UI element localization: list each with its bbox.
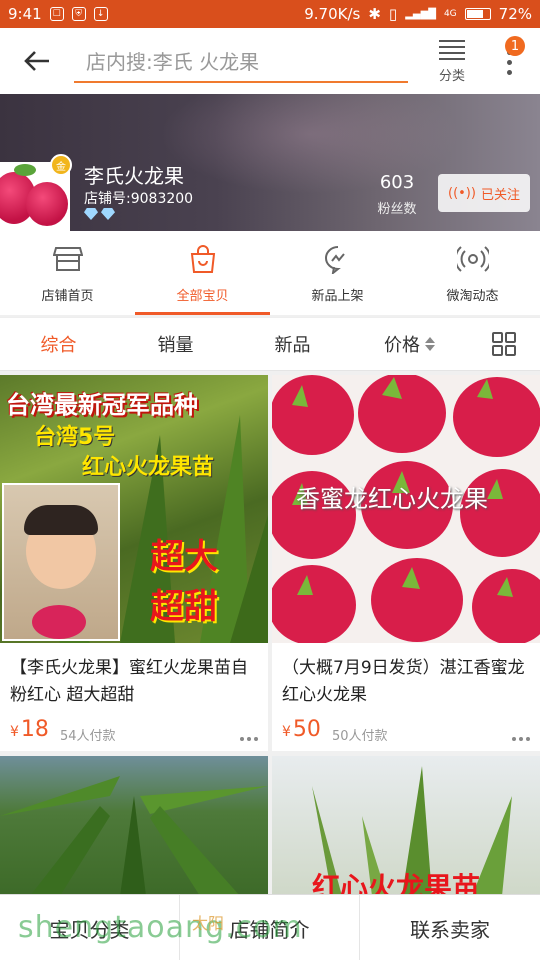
image-caption: 台湾最新冠军品种 [6, 391, 198, 419]
sort-label: 新品 [274, 335, 311, 356]
diamond-rating [84, 208, 115, 220]
more-options-icon[interactable] [512, 737, 530, 741]
bottom-label: 店铺简介 [229, 917, 310, 942]
product-image[interactable]: 香蜜龙红心火龙果 [272, 375, 540, 643]
currency-symbol: ¥ [10, 724, 19, 740]
product-image[interactable]: 红心火龙果苗 [272, 756, 540, 896]
arrow-left-icon [24, 51, 49, 71]
chat-bubble-icon [322, 243, 354, 275]
image-caption: 台湾5号 [34, 425, 116, 450]
product-price: ¥18 [10, 717, 49, 742]
image-caption: 红心火龙果苗 [82, 455, 215, 480]
download-icon: ↓ [93, 7, 108, 21]
category-button[interactable]: 分类 [426, 36, 478, 88]
product-image[interactable]: 台湾最新冠军品种 台湾5号 红心火龙果苗 超大 超甜 [0, 375, 268, 643]
item-categories-button[interactable]: 宝贝分类 [0, 895, 180, 960]
product-title[interactable]: （大概7月9日发货）湛江香蜜龙红心火龙果 [282, 655, 532, 709]
cactus-plant-image [0, 776, 268, 896]
tab-label: 全部宝贝 [176, 288, 229, 304]
sort-arrows-icon [425, 337, 435, 351]
sort-new[interactable]: 新品 [234, 317, 351, 371]
back-button[interactable] [0, 28, 74, 94]
tab-label: 微淘动态 [446, 288, 499, 304]
tab-new-arrivals[interactable]: 新品上架 [270, 231, 405, 315]
tab-label: 店铺首页 [41, 288, 94, 304]
product-card[interactable]: 红心火龙果苗 [272, 756, 540, 896]
price-value: 18 [20, 717, 49, 742]
sort-label: 综合 [40, 335, 77, 356]
sold-count: 54人付款 [60, 729, 116, 744]
product-price: ¥50 [282, 717, 321, 742]
broadcast-icon: ((•)) [448, 185, 476, 201]
fans-count: 603 [379, 172, 415, 193]
tab-weitao-feed[interactable]: 微淘动态 [405, 231, 540, 315]
image-caption: 超甜 [150, 587, 218, 627]
bottom-label: 联系卖家 [410, 917, 490, 942]
vibrate-icon: ▯ [388, 5, 398, 23]
signal-icon: ▂▄▆█ [405, 8, 436, 20]
contact-seller-button[interactable]: 联系卖家 [360, 895, 540, 960]
status-time: 9:41 [8, 5, 42, 23]
sort-price[interactable]: 价格 [351, 317, 468, 371]
tab-all-items[interactable]: 全部宝贝 [135, 231, 270, 315]
sort-sales[interactable]: 销量 [117, 317, 234, 371]
product-card[interactable] [0, 756, 268, 896]
network-speed: 9.70K/s [304, 5, 361, 23]
search-header: 店内搜:李氏 火龙果 分类 [0, 28, 540, 94]
sort-label: 价格 [384, 335, 420, 356]
shop-nav: 店铺首页 全部宝贝 新品上架 微淘动态 [0, 231, 540, 315]
product-title[interactable]: 【李氏火龙果】蜜红火龙果苗自粉红心 超大超甜 [10, 655, 260, 709]
product-card[interactable]: 香蜜龙红心火龙果 （大概7月9日发货）湛江香蜜龙红心火龙果 ¥50 50人付款 [272, 375, 540, 751]
sort-comprehensive[interactable]: 综合 [0, 317, 117, 371]
search-input[interactable]: 店内搜:李氏 火龙果 [74, 39, 408, 83]
fans-label: 粉丝数 [377, 202, 417, 217]
image-caption: 红心火龙果苗 [312, 871, 481, 896]
product-image[interactable] [0, 756, 268, 896]
category-label: 分类 [438, 69, 465, 84]
gold-seller-badge: 金 [50, 154, 72, 176]
currency-symbol: ¥ [282, 724, 291, 740]
broadcast-icon [456, 243, 489, 275]
sold-count: 50人付款 [332, 729, 388, 744]
grid-icon [492, 332, 516, 356]
bottom-action-bar: 宝贝分类 店铺简介 联系卖家 [0, 894, 540, 960]
shop-intro-button[interactable]: 店铺简介 [180, 895, 360, 960]
more-options-icon[interactable] [240, 737, 258, 741]
battery-icon [464, 8, 491, 20]
child-photo [2, 483, 120, 641]
diamond-icon [84, 208, 98, 220]
price-value: 50 [292, 717, 321, 742]
search-placeholder: 店内搜:李氏 火龙果 [86, 49, 260, 74]
image-caption: 超大 [150, 537, 218, 577]
diamond-icon [101, 208, 115, 220]
follow-button[interactable]: ((•)) 已关注 [438, 174, 530, 212]
app-notification-icon: ☐ [49, 7, 64, 21]
tab-store-home[interactable]: 店铺首页 [0, 231, 135, 315]
battery-percent: 72% [498, 5, 532, 23]
shop-number: 店铺号:9083200 [84, 191, 194, 207]
product-card[interactable]: 台湾最新冠军品种 台湾5号 红心火龙果苗 超大 超甜 【李氏火龙果】蜜红火龙果苗… [0, 375, 268, 751]
sort-label: 销量 [157, 335, 194, 356]
follow-label: 已关注 [480, 187, 520, 203]
bottom-label: 宝贝分类 [49, 917, 130, 942]
status-bar: 9:41 ☐ ⛨ ↓ 9.70K/s ✱ ▯ ▂▄▆█ 4G 72% [0, 0, 540, 28]
shopping-bag-icon [187, 243, 219, 275]
store-icon [52, 243, 84, 275]
list-icon [439, 40, 465, 60]
network-type: 4G [443, 9, 457, 19]
grid-view-toggle[interactable] [468, 317, 540, 371]
tab-label: 新品上架 [311, 288, 364, 304]
sort-bar: 综合 销量 新品 价格 [0, 317, 540, 371]
notification-badge: 1 [505, 36, 525, 56]
image-caption: 香蜜龙红心火龙果 [296, 485, 488, 513]
shop-name: 李氏火龙果 [84, 164, 184, 188]
bluetooth-icon: ✱ [368, 5, 381, 23]
shield-icon: ⛨ [71, 7, 86, 21]
